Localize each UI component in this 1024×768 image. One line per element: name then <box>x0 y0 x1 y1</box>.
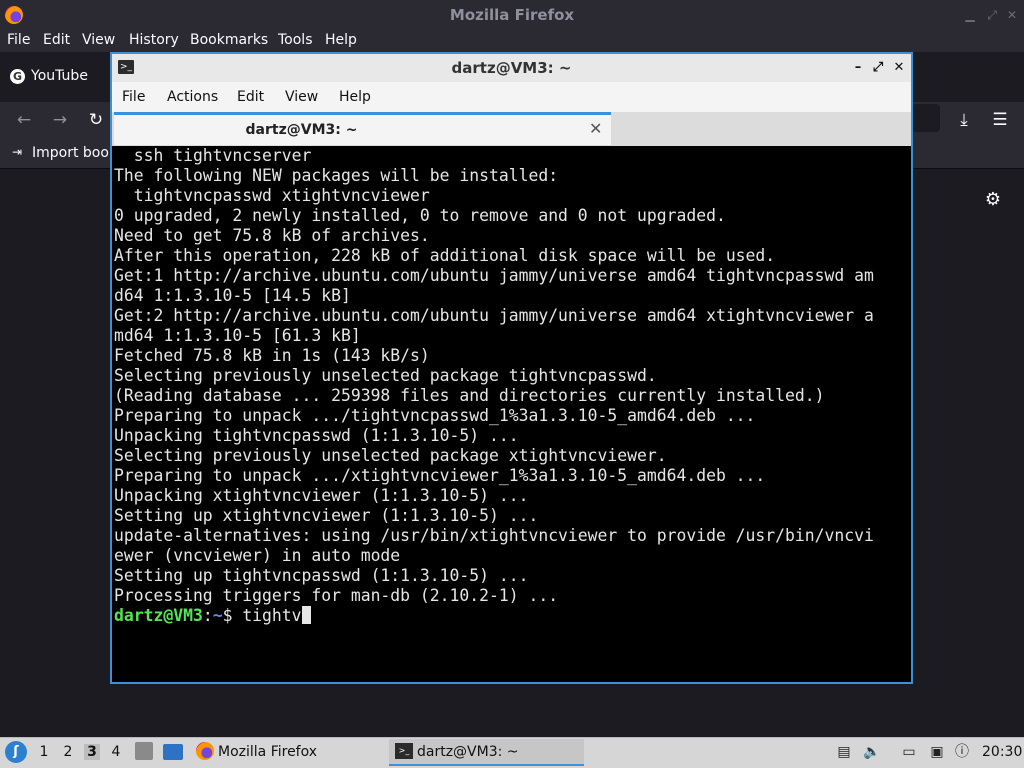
terminal-line: Fetched 75.8 kB in 1s (143 kB/s) <box>114 346 430 365</box>
terminal-icon: >_ <box>395 743 413 759</box>
workspace-2[interactable]: 2 <box>60 744 76 760</box>
clipboard-tray-icon[interactable]: ▤ <box>835 743 853 761</box>
prompt-path: ~ <box>212 606 223 625</box>
terminal-line: Preparing to unpack .../xtightvncviewer_… <box>114 466 766 485</box>
terminal-line: update-alternatives: using /usr/bin/xtig… <box>114 526 874 545</box>
terminal-prompt-line[interactable]: dartz@VM3:~$ tightv <box>114 606 311 626</box>
firefox-icon <box>196 742 214 760</box>
command-input[interactable]: tightv <box>242 606 301 625</box>
terminal-window-title: dartz@VM3: ~ <box>451 59 572 77</box>
terminal-line: Get:1 http://archive.ubuntu.com/ubuntu j… <box>114 266 874 285</box>
google-favicon-icon: G <box>10 69 25 84</box>
terminal-maximize-icon[interactable]: ⤢ <box>870 60 886 76</box>
terminal-line: Unpacking tightvncpasswd (1:1.3.10-5) ..… <box>114 426 519 445</box>
terminal-line: ewer (vncviewer) in auto mode <box>114 546 401 565</box>
file-manager-icon[interactable] <box>135 742 153 760</box>
terminal-line: Setting up tightvncpasswd (1:1.3.10-5) .… <box>114 566 529 585</box>
tab-label: YouTube <box>31 68 88 84</box>
terminal-close-icon[interactable]: ✕ <box>891 60 907 76</box>
prompt-symbol: $ <box>222 606 243 625</box>
terminal-menu-file[interactable]: File <box>122 89 145 105</box>
terminal-line: d64 1:1.3.10-5 [14.5 kB] <box>114 286 351 305</box>
import-bookmarks-button[interactable]: Import book <box>32 145 117 161</box>
firefox-window-title: Mozilla Firefox <box>449 6 575 24</box>
terminal-output[interactable]: ssh tightvncserver The following NEW pac… <box>114 146 909 682</box>
terminal-line: Preparing to unpack .../tightvncpasswd_1… <box>114 406 756 425</box>
menu-help[interactable]: Help <box>325 32 357 48</box>
start-menu-icon[interactable]: ʃ <box>5 741 27 763</box>
task-firefox-label: Mozilla Firefox <box>218 744 318 760</box>
volume-icon[interactable]: 🔈 <box>863 743 881 761</box>
hamburger-menu-icon[interactable]: ☰ <box>988 108 1012 132</box>
menu-view[interactable]: View <box>82 32 115 48</box>
minimize-icon[interactable]: ▁ <box>962 7 978 23</box>
menu-file[interactable]: File <box>7 32 30 48</box>
menu-edit[interactable]: Edit <box>43 32 70 48</box>
settings-gear-icon[interactable]: ⚙ <box>983 190 1003 210</box>
terminal-line: md64 1:1.3.10-5 [61.3 kB] <box>114 326 361 345</box>
clock[interactable]: 20:30 <box>982 744 1022 760</box>
terminal-menu-view[interactable]: View <box>285 89 318 105</box>
terminal-tab-label: dartz@VM3: ~ <box>245 122 358 138</box>
workspace-3[interactable]: 3 <box>84 744 100 760</box>
terminal-line: Unpacking xtightvncviewer (1:1.3.10-5) .… <box>114 486 529 505</box>
terminal-menu-edit[interactable]: Edit <box>237 89 264 105</box>
forward-icon[interactable]: → <box>48 108 72 132</box>
terminal-line: Selecting previously unselected package … <box>114 446 667 465</box>
terminal-line: Processing triggers for man-db (2.10.2-1… <box>114 586 559 605</box>
terminal-line: After this operation, 228 kB of addition… <box>114 246 776 265</box>
terminal-icon: >_ <box>118 60 134 74</box>
notes-tray-icon[interactable]: ▭ <box>900 743 918 761</box>
terminal-window[interactable]: dartz@VM3: ~ >_ – ⤢ ✕ File Actions Edit … <box>110 52 913 684</box>
prompt-separator: : <box>202 606 213 625</box>
back-icon[interactable]: ← <box>12 108 36 132</box>
menu-tools[interactable]: Tools <box>278 32 313 48</box>
terminal-line: Need to get 75.8 kB of archives. <box>114 226 430 245</box>
terminal-line: 0 upgraded, 2 newly installed, 0 to remo… <box>114 206 726 225</box>
terminal-menubar <box>112 82 911 112</box>
terminal-minimize-icon[interactable]: – <box>850 60 866 76</box>
terminal-menu-actions[interactable]: Actions <box>167 89 218 105</box>
terminal-line: ssh tightvncserver <box>114 146 312 165</box>
terminal-menu-help[interactable]: Help <box>339 89 371 105</box>
import-icon: ⇥ <box>12 145 23 159</box>
terminal-line: Setting up xtightvncviewer (1:1.3.10-5) … <box>114 506 539 525</box>
show-desktop-icon[interactable] <box>163 744 183 760</box>
menu-history[interactable]: History <box>129 32 179 48</box>
terminal-line: The following NEW packages will be insta… <box>114 166 559 185</box>
workspace-1[interactable]: 1 <box>36 744 52 760</box>
terminal-line: tightvncpasswd xtightvncviewer <box>114 186 430 205</box>
menu-bookmarks[interactable]: Bookmarks <box>190 32 268 48</box>
terminal-line: Get:2 http://archive.ubuntu.com/ubuntu j… <box>114 306 874 325</box>
terminal-tab[interactable]: dartz@VM3: ~ ✕ <box>114 112 611 145</box>
text-cursor <box>301 606 311 624</box>
terminal-line: (Reading database ... 259398 files and d… <box>114 386 825 405</box>
workspace-4[interactable]: 4 <box>108 744 124 760</box>
task-terminal-label: dartz@VM3: ~ <box>417 744 519 760</box>
terminal-line: Selecting previously unselected package … <box>114 366 657 385</box>
network-icon[interactable]: ▣ <box>928 743 946 761</box>
url-bar[interactable] <box>912 104 940 132</box>
download-icon[interactable]: ⤓ <box>952 108 976 132</box>
maximize-icon[interactable]: ⤢ <box>984 7 1000 23</box>
update-icon[interactable]: ⓘ <box>953 743 971 761</box>
tab-close-icon[interactable]: ✕ <box>589 119 602 138</box>
close-icon[interactable]: ✕ <box>1004 7 1020 23</box>
reload-icon[interactable]: ↻ <box>84 108 108 132</box>
prompt-user-host: dartz@VM3 <box>114 606 203 625</box>
